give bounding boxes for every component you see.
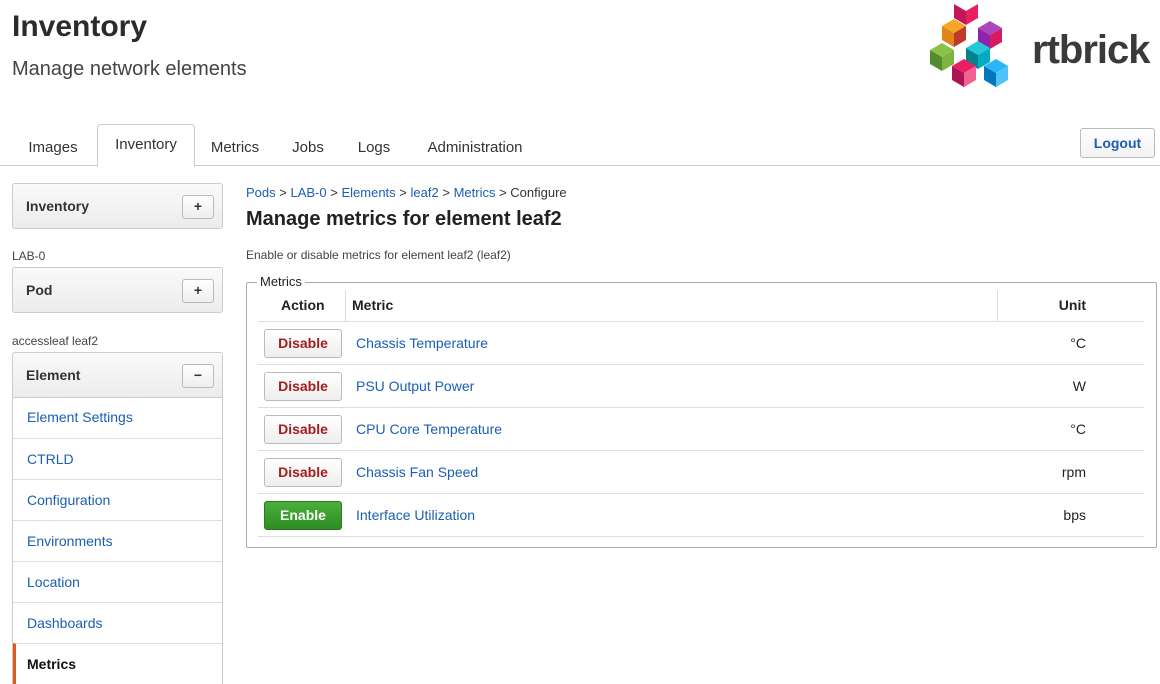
breadcrumb-metrics[interactable]: Metrics	[454, 185, 496, 200]
table-row: Disable PSU Output Power W	[258, 365, 1144, 408]
metric-unit: °C	[1070, 335, 1086, 351]
breadcrumb-configure: Configure	[510, 185, 567, 200]
column-divider	[997, 290, 998, 321]
breadcrumb-separator: >	[279, 185, 287, 200]
tab-metrics[interactable]: Metrics	[202, 130, 268, 166]
metric-link[interactable]: Chassis Temperature	[356, 335, 488, 351]
page-title: Manage metrics for element leaf2	[246, 208, 562, 230]
element-collapse-button[interactable]: −	[182, 364, 214, 388]
sidebar-item-configuration[interactable]: Configuration	[13, 479, 222, 520]
metric-unit: bps	[1063, 507, 1086, 523]
breadcrumb-separator: >	[330, 185, 338, 200]
header-metric: Metric	[352, 297, 394, 313]
element-panel: Element −	[12, 352, 223, 398]
table-row: Disable CPU Core Temperature °C	[258, 408, 1144, 451]
inventory-panel-label: Inventory	[26, 198, 90, 214]
tab-inventory[interactable]: Inventory	[97, 124, 195, 167]
tab-logs[interactable]: Logs	[346, 130, 402, 166]
disable-button[interactable]: Disable	[264, 458, 342, 487]
header-unit: Unit	[1058, 297, 1086, 313]
tab-images[interactable]: Images	[14, 130, 92, 166]
sidebar-item-ctrld[interactable]: CTRLD	[13, 438, 222, 479]
table-row: Disable Chassis Fan Speed rpm	[258, 451, 1144, 494]
element-panel-label: Element	[26, 367, 81, 383]
breadcrumb-pods[interactable]: Pods	[246, 185, 276, 200]
breadcrumb-elements[interactable]: Elements	[341, 185, 395, 200]
pod-caption: LAB-0	[12, 249, 46, 263]
column-divider	[345, 290, 346, 321]
metric-link[interactable]: Interface Utilization	[356, 507, 475, 523]
element-caption: accessleaf leaf2	[12, 334, 99, 348]
metrics-fieldset-legend: Metrics	[257, 274, 305, 289]
metric-link[interactable]: Chassis Fan Speed	[356, 464, 478, 480]
metric-unit: °C	[1070, 421, 1086, 437]
page-description: Enable or disable metrics for element le…	[246, 248, 511, 262]
inventory-add-button[interactable]: +	[182, 195, 214, 219]
tab-jobs[interactable]: Jobs	[282, 130, 334, 166]
logo-text: rtbrick	[1032, 28, 1150, 72]
app-title: Inventory	[12, 10, 148, 43]
table-row: Disable Chassis Temperature °C	[258, 322, 1144, 365]
logout-button[interactable]: Logout	[1080, 128, 1155, 158]
rtbrick-logo: rtbrick	[922, 4, 1152, 90]
breadcrumb-leaf2[interactable]: leaf2	[411, 185, 439, 200]
metric-unit: rpm	[1061, 464, 1086, 480]
disable-button[interactable]: Disable	[264, 415, 342, 444]
pod-panel-label: Pod	[26, 282, 53, 298]
rtbrick-logo-icon	[930, 4, 1008, 87]
table-row: Enable Interface Utilization bps	[258, 494, 1144, 537]
breadcrumb-separator: >	[442, 185, 450, 200]
breadcrumb-lab0[interactable]: LAB-0	[290, 185, 326, 200]
pod-add-button[interactable]: +	[182, 279, 214, 303]
metric-link[interactable]: CPU Core Temperature	[356, 421, 502, 437]
inventory-panel: Inventory +	[12, 183, 223, 229]
sidebar-item-location[interactable]: Location	[13, 561, 222, 602]
breadcrumb-separator: >	[499, 185, 507, 200]
tab-administration[interactable]: Administration	[414, 130, 536, 166]
element-menu: Element Settings CTRLD Configuration Env…	[12, 397, 223, 684]
app-subtitle: Manage network elements	[12, 58, 247, 80]
sidebar-item-dashboards[interactable]: Dashboards	[13, 602, 222, 643]
sidebar-item-metrics[interactable]: Metrics	[13, 643, 222, 684]
disable-button[interactable]: Disable	[264, 329, 342, 358]
breadcrumb: Pods > LAB-0 > Elements > leaf2 > Metric…	[246, 185, 567, 200]
metrics-table-header: Action Metric Unit	[258, 290, 1144, 322]
pod-panel: Pod +	[12, 267, 223, 313]
header-action: Action	[281, 297, 325, 313]
breadcrumb-separator: >	[399, 185, 407, 200]
enable-button[interactable]: Enable	[264, 501, 342, 530]
sidebar-item-environments[interactable]: Environments	[13, 520, 222, 561]
sidebar-item-element-settings[interactable]: Element Settings	[13, 397, 222, 438]
disable-button[interactable]: Disable	[264, 372, 342, 401]
metric-unit: W	[1072, 378, 1086, 394]
main-nav: Images Inventory Metrics Jobs Logs Admin…	[0, 124, 1160, 167]
metric-link[interactable]: PSU Output Power	[356, 378, 474, 394]
